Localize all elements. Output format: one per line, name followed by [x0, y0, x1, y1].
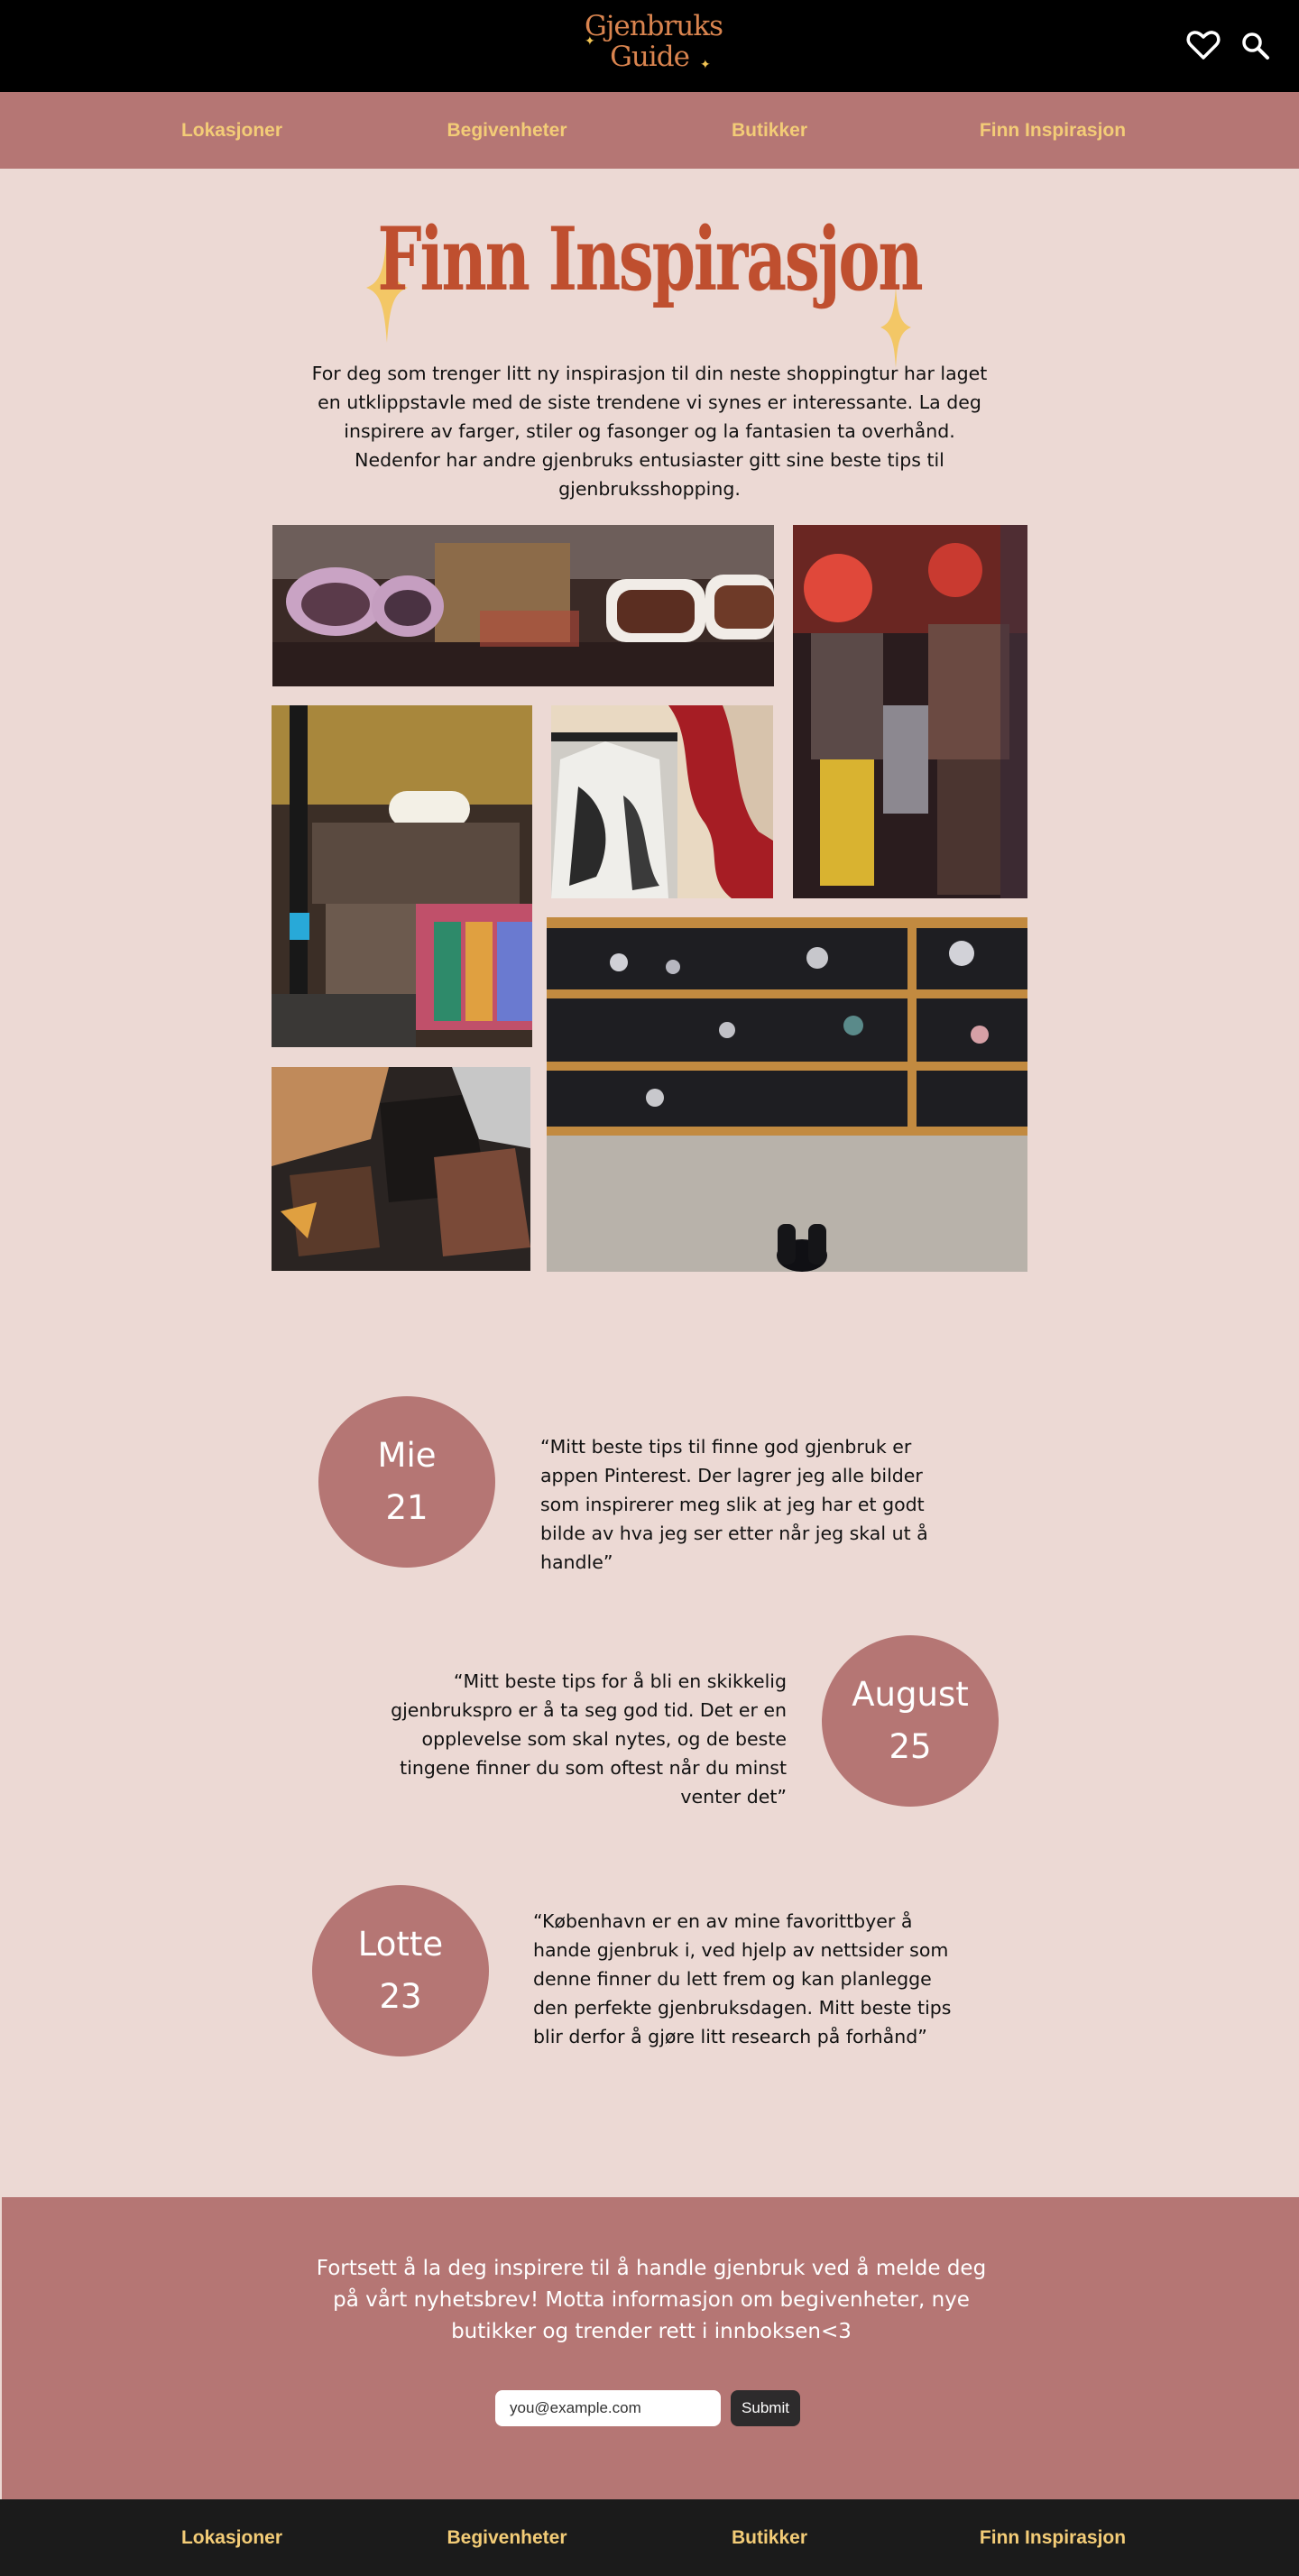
- photo-leather-bags: [272, 1067, 530, 1271]
- nav-item-lokasjoner[interactable]: Lokasjoner: [181, 92, 282, 169]
- quote-avatar-mie: Mie 21: [318, 1396, 495, 1568]
- submit-button[interactable]: Submit: [731, 2390, 800, 2426]
- quote-name: Lotte: [357, 1925, 444, 1964]
- logo-sparkle-icon: ✦: [700, 58, 711, 72]
- quote-text: “København er en av mine favorittbyer å …: [533, 1910, 952, 2047]
- main-nav: Lokasjoner Begivenheter Butikker Finn In…: [0, 92, 1299, 169]
- footer-item-butikker[interactable]: Butikker: [732, 2499, 807, 2576]
- quote-avatar-august: August 25: [822, 1635, 999, 1807]
- quote-age: 21: [385, 1488, 428, 1527]
- logo-line-1: Gjenbruks: [585, 10, 723, 42]
- footer-item-lokasjoner[interactable]: Lokasjoner: [181, 2499, 282, 2576]
- photo-store-interior: [272, 705, 532, 1047]
- quote-text: “Mitt beste tips for å bli en skikkelig …: [391, 1670, 787, 1808]
- footer-nav: Lokasjoner Begivenheter Butikker Finn In…: [0, 2499, 1299, 2576]
- search-icon[interactable]: [1236, 25, 1276, 65]
- photo-mannequins: [793, 525, 1027, 898]
- top-bar: Gjenbruks Guide ✦ ✦: [0, 0, 1299, 92]
- nav-item-finn-inspirasjon[interactable]: Finn Inspirasjon: [980, 92, 1126, 169]
- newsletter-section: Fortsett å la deg inspirere til å handle…: [2, 2197, 1299, 2499]
- photo-sunglasses: [272, 525, 774, 686]
- page-title: Finn Inspirasjon: [377, 208, 924, 310]
- newsletter-text: Fortsett å la deg inspirere til å handle…: [316, 2257, 987, 2343]
- footer-item-begivenheter[interactable]: Begivenheter: [447, 2499, 567, 2576]
- quote-age: 25: [889, 1727, 932, 1766]
- intro-text: For deg som trenger litt ny inspirasjon …: [311, 363, 988, 500]
- logo-line-2: Guide: [610, 41, 690, 73]
- nav-item-begivenheter[interactable]: Begivenheter: [447, 92, 567, 169]
- quote-text: “Mitt beste tips til finne god gjenbruk …: [540, 1436, 928, 1573]
- nav-item-butikker[interactable]: Butikker: [732, 92, 807, 169]
- logo-sparkle-icon: ✦: [585, 34, 595, 49]
- photo-dress-rack: [551, 705, 773, 898]
- photo-jewelry-display: [547, 917, 1027, 1272]
- heart-icon[interactable]: [1184, 25, 1223, 65]
- quote-avatar-lotte: Lotte 23: [312, 1885, 489, 2056]
- quote-name: August: [852, 1675, 969, 1714]
- email-input[interactable]: [495, 2390, 721, 2426]
- footer-item-finn-inspirasjon[interactable]: Finn Inspirasjon: [980, 2499, 1126, 2576]
- quote-name: Mie: [377, 1436, 437, 1475]
- site-logo[interactable]: Gjenbruks Guide ✦ ✦: [585, 5, 723, 87]
- quote-age: 23: [379, 1977, 422, 2016]
